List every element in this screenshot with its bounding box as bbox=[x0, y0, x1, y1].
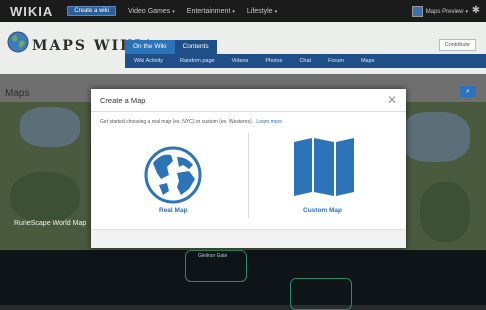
map-label: RuneScape World Map bbox=[14, 220, 87, 227]
tab-on-the-wiki[interactable]: On the Wiki bbox=[125, 40, 175, 54]
subnav-photos[interactable]: Photos bbox=[265, 58, 282, 64]
user-menu[interactable]: Maps Preview ▾ bbox=[411, 6, 468, 17]
subnav-forum[interactable]: Forum bbox=[328, 58, 344, 64]
map-label: Gielinor Gate bbox=[198, 253, 228, 259]
map-water bbox=[20, 107, 80, 147]
folded-map-icon[interactable] bbox=[292, 138, 356, 196]
tab-contents[interactable]: Contents bbox=[174, 40, 217, 54]
wiki-tabs: On the Wiki Contents bbox=[125, 40, 217, 54]
avatar bbox=[411, 6, 423, 17]
nav-entertainment[interactable]: Entertainment ▾ bbox=[187, 8, 235, 15]
map-tile bbox=[290, 278, 352, 310]
create-map-modal: Create a Map ✕ Get started choosing a re… bbox=[91, 89, 406, 248]
nav-lifestyle[interactable]: Lifestyle ▾ bbox=[247, 8, 277, 15]
contribute-button[interactable]: Contribute bbox=[438, 39, 476, 51]
subnav-maps[interactable]: Maps bbox=[361, 58, 374, 64]
close-icon[interactable]: ✕ bbox=[387, 93, 397, 107]
page-title: Maps bbox=[5, 88, 30, 99]
lower-map-area[interactable]: Gielinor Gate bbox=[0, 250, 486, 310]
global-nav: WIKIA Create a wiki Video Games ▾ Enterta… bbox=[0, 0, 486, 22]
options-divider bbox=[248, 133, 249, 218]
search-button[interactable]: ⌕ bbox=[460, 86, 476, 97]
subnav-chat[interactable]: Chat bbox=[299, 58, 311, 64]
chevron-down-icon: ▾ bbox=[465, 8, 468, 15]
modal-header: Create a Map ✕ bbox=[91, 89, 406, 112]
user-name: Maps Preview bbox=[425, 8, 464, 15]
nav-video-games[interactable]: Video Games ▾ bbox=[128, 8, 175, 15]
chevron-down-icon: ▾ bbox=[172, 8, 175, 15]
search-icon: ⌕ bbox=[466, 88, 470, 95]
intro-text: Get started choosing a real map (ex. NYC… bbox=[100, 119, 254, 125]
subnav-videos[interactable]: Videos bbox=[232, 58, 249, 64]
learn-more-link[interactable]: Learn more bbox=[256, 119, 282, 125]
map-land bbox=[420, 182, 470, 242]
wikia-logo[interactable]: WIKIA bbox=[10, 4, 53, 19]
map-land bbox=[10, 172, 80, 222]
modal-footer bbox=[91, 229, 406, 248]
create-wiki-button[interactable]: Create a wiki bbox=[67, 6, 116, 16]
wiki-header: MAPS WIKIA On the Wiki Contents Wiki Act… bbox=[0, 22, 486, 74]
wiki-logo-globe-icon[interactable] bbox=[6, 30, 30, 54]
chevron-down-icon: ▾ bbox=[232, 8, 235, 15]
subnav-random-page[interactable]: Random page bbox=[180, 58, 215, 64]
globe-icon[interactable] bbox=[143, 145, 203, 205]
custom-map-option[interactable]: Custom Map bbox=[303, 207, 342, 214]
notifications-icon[interactable]: ✱ bbox=[472, 5, 480, 16]
map-water bbox=[400, 112, 470, 162]
subnav-wiki-activity[interactable]: Wiki Activity bbox=[134, 58, 163, 64]
real-map-option[interactable]: Real Map bbox=[159, 207, 188, 214]
chevron-down-icon: ▾ bbox=[274, 8, 278, 15]
modal-title: Create a Map bbox=[100, 96, 146, 105]
wiki-subnav: Wiki Activity Random page Videos Photos … bbox=[125, 54, 486, 68]
modal-intro: Get started choosing a real map (ex. NYC… bbox=[100, 119, 282, 125]
